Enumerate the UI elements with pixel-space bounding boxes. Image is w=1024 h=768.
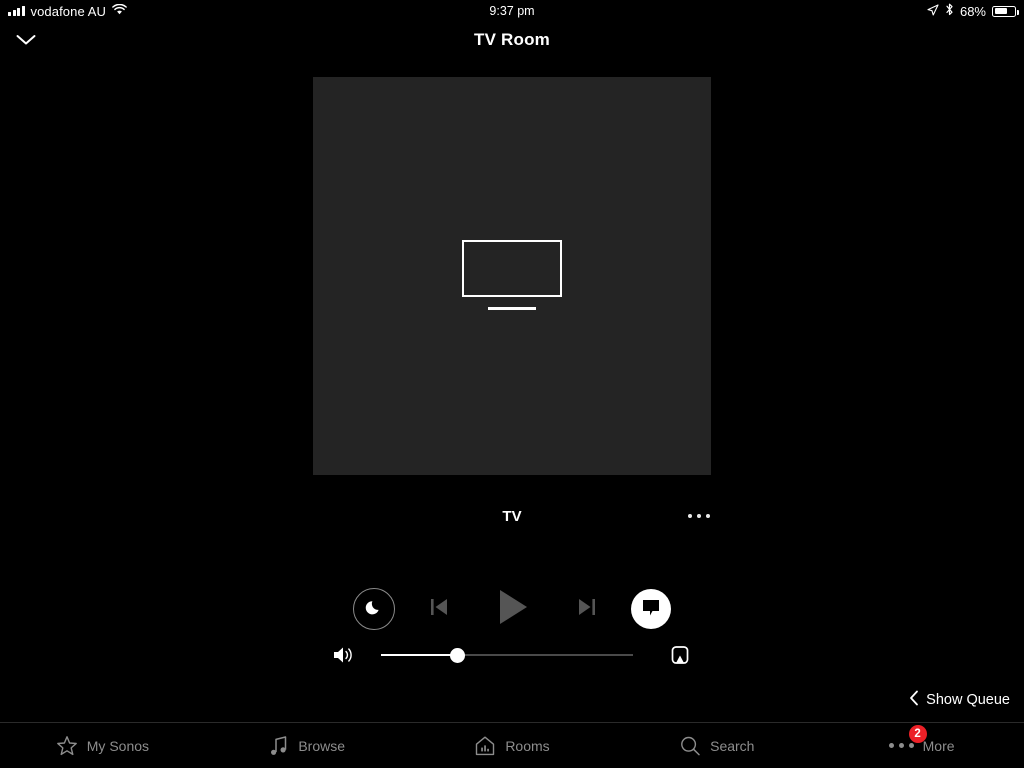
tab-label: More xyxy=(922,737,955,754)
track-title: TV xyxy=(502,508,522,525)
tab-label: Browse xyxy=(298,737,346,754)
volume-knob[interactable] xyxy=(449,648,465,663)
status-bar-clock: 9:37 pm xyxy=(489,4,535,18)
tab-search[interactable]: Search xyxy=(614,723,819,768)
tv-icon xyxy=(462,240,562,312)
moon-icon xyxy=(365,598,383,621)
speaker-wave-icon[interactable] xyxy=(327,641,361,669)
play-button[interactable] xyxy=(483,586,543,632)
speech-enhancement-button[interactable] xyxy=(631,589,671,629)
previous-track-button[interactable] xyxy=(417,588,461,630)
chevron-down-icon[interactable] xyxy=(10,27,42,53)
ellipsis-icon xyxy=(888,743,914,748)
speaker-group-icon[interactable] xyxy=(663,641,697,669)
skip-next-icon xyxy=(577,596,597,623)
ellipsis-icon[interactable] xyxy=(684,510,714,522)
volume-track-fill xyxy=(381,654,457,656)
source-row: TV xyxy=(313,500,711,536)
tab-more[interactable]: 2 More xyxy=(819,723,1024,768)
chevron-left-icon xyxy=(909,690,919,710)
transport-controls xyxy=(0,586,1024,632)
house-bars-icon xyxy=(474,735,496,757)
volume-slider[interactable] xyxy=(381,641,633,669)
sleep-timer-button[interactable] xyxy=(353,588,395,630)
play-icon xyxy=(497,588,529,631)
tab-label: Rooms xyxy=(505,737,550,754)
navigation-bar: TV Room xyxy=(0,22,1024,64)
tab-browse[interactable]: Browse xyxy=(205,723,410,768)
bluetooth-icon xyxy=(945,3,954,19)
tab-rooms[interactable]: Rooms xyxy=(410,723,615,768)
show-queue-label: Show Queue xyxy=(926,692,1010,708)
sonos-now-playing-screen: vodafone AU 9:37 pm 68% TV Room TV Show … xyxy=(0,0,1024,768)
album-artwork[interactable] xyxy=(313,77,711,475)
next-track-button[interactable] xyxy=(565,588,609,630)
magnifier-icon xyxy=(679,735,701,757)
battery-icon xyxy=(992,5,1019,17)
battery-percent-label: 68% xyxy=(959,3,986,19)
star-icon xyxy=(56,735,78,757)
show-queue-button[interactable]: Show Queue xyxy=(909,688,1010,712)
status-bar: vodafone AU 9:37 pm 68% xyxy=(0,0,1024,22)
volume-row xyxy=(0,640,1024,670)
skip-previous-icon xyxy=(429,596,449,623)
speech-bubble-icon xyxy=(640,596,662,623)
status-badge: 2 xyxy=(908,724,927,743)
page-title: TV Room xyxy=(473,30,550,49)
music-note-icon xyxy=(269,735,289,757)
tab-my-sonos[interactable]: My Sonos xyxy=(0,723,205,768)
tab-label: Search xyxy=(710,737,755,754)
tab-label: My Sonos xyxy=(86,737,150,754)
status-bar-right: 68% xyxy=(927,3,1019,19)
tab-bar: My Sonos Browse Rooms Search 2 More xyxy=(0,722,1024,768)
location-arrow-icon xyxy=(927,3,939,19)
